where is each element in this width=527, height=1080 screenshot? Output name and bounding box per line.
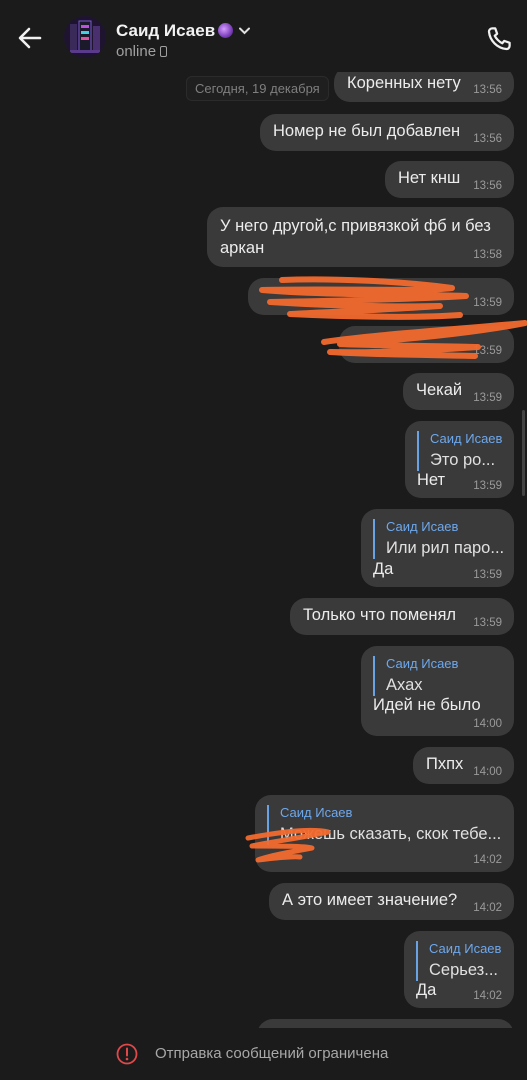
message-time: 14:02 <box>473 902 502 914</box>
message-text: А это имеет значение? <box>282 891 458 909</box>
contact-name-text: Саид Исаев <box>116 21 216 40</box>
message-text: Идей не было <box>373 696 481 714</box>
reply-author: Саид Исаев <box>386 519 459 534</box>
quoted-reply[interactable]: Саид Исаев Серьез... <box>416 941 501 981</box>
message-time: 13:56 <box>473 133 502 145</box>
outgoing-reply-message[interactable]: Саид Исаев Или рил паро... Да 13:59 <box>361 509 514 587</box>
outgoing-reply-message[interactable]: Саид Исаев Это ро... Нет 13:59 <box>405 421 514 498</box>
outgoing-message[interactable]: Только что поменял 13:59 <box>290 598 514 635</box>
arrow-left-icon <box>18 27 42 49</box>
outgoing-message[interactable]: У него другой,с привязкой фб и без аркан… <box>207 207 514 267</box>
scrollbar-thumb[interactable] <box>522 410 525 496</box>
reply-author: Саид Исаев <box>430 431 503 446</box>
reply-text: Серьез... <box>429 961 498 979</box>
presence-text: online <box>116 43 157 60</box>
quoted-reply[interactable]: Саид Исаев Ахах <box>373 656 458 696</box>
message-text: Коренных нету <box>347 74 461 92</box>
message-text: У него другой,с привязкой фб и без <box>220 217 491 235</box>
message-text: Нет кнш <box>398 169 461 187</box>
avatar-image-icon <box>64 16 106 58</box>
mobile-device-icon <box>160 46 168 57</box>
chat-screen: Саид Исаев online Сегодня, 19 декабря Ко… <box>0 0 527 1080</box>
message-time: 13:58 <box>473 249 502 261</box>
message-time: 13:56 <box>473 180 502 192</box>
call-button[interactable] <box>484 24 514 54</box>
avatar[interactable] <box>64 16 106 58</box>
outgoing-message-redacted[interactable]: 13:59 <box>339 326 514 363</box>
message-text: Нет <box>417 471 446 489</box>
outgoing-reply-message[interactable]: Саид Исаев Серьез... Да 14:02 <box>404 931 514 1008</box>
message-time: 14:02 <box>473 990 502 1002</box>
reply-author: Саид Исаев <box>429 941 502 956</box>
message-text: Только что поменял <box>303 606 457 624</box>
message-time: 14:02 <box>473 854 502 866</box>
message-text: Номер не был добавлен <box>273 122 461 140</box>
reply-author: Саид Исаев <box>386 656 459 671</box>
quoted-reply[interactable]: Саид Исаев Это ро... <box>417 431 502 471</box>
message-time: 13:59 <box>473 480 502 492</box>
quoted-reply[interactable]: Саид Исаев Можешь сказать, скок тебе... <box>267 805 501 845</box>
reply-author: Саид Исаев <box>280 805 353 820</box>
message-text-line-2: аркан <box>220 239 265 257</box>
message-time: 14:00 <box>473 766 502 778</box>
outgoing-message[interactable]: Номер не был добавлен 13:56 <box>260 114 514 151</box>
reply-text: Это ро... <box>430 451 496 469</box>
message-time: 13:59 <box>473 297 502 309</box>
message-text: Чекай <box>416 381 463 399</box>
restricted-message-text: Отправка сообщений ограничена <box>155 1045 389 1062</box>
outgoing-message[interactable]: Пхпх 14:00 <box>413 747 514 784</box>
message-time: 13:59 <box>473 392 502 404</box>
reply-text: Можешь сказать, скок тебе... <box>280 825 502 843</box>
outgoing-reply-message[interactable]: Саид Исаев Ахах Идей не было 14:00 <box>361 646 514 736</box>
message-time: 13:59 <box>473 569 502 581</box>
outgoing-message[interactable]: Чекай 13:59 <box>403 373 514 410</box>
chevron-down-icon[interactable] <box>239 20 251 40</box>
message-text: Да <box>416 981 437 999</box>
message-text: Да <box>373 560 394 578</box>
input-restricted-bar: Отправка сообщений ограничена <box>0 1028 527 1080</box>
reply-text: Ахах <box>386 676 423 694</box>
crystal-ball-emoji-icon <box>218 23 234 38</box>
message-time: 13:59 <box>473 345 502 357</box>
warning-circle-icon <box>116 1043 138 1065</box>
presence-status: online <box>116 43 168 60</box>
contact-name[interactable]: Саид Исаев <box>116 20 251 41</box>
message-time: 14:00 <box>473 718 502 730</box>
outgoing-message[interactable]: А это имеет значение? 14:02 <box>269 883 514 920</box>
back-button[interactable] <box>14 22 46 54</box>
message-time: 13:59 <box>473 617 502 629</box>
quoted-reply[interactable]: Саид Исаев Или рил паро... <box>373 519 504 559</box>
outgoing-message-redacted[interactable]: 13:59 <box>248 278 514 315</box>
message-text: Пхпх <box>426 755 464 773</box>
reply-text: Или рил паро... <box>386 539 505 557</box>
phone-icon <box>487 27 511 51</box>
chat-header: Саид Исаев online <box>0 0 527 72</box>
date-separator: Сегодня, 19 декабря <box>186 76 329 101</box>
outgoing-message[interactable]: Нет кнш 13:56 <box>385 161 514 198</box>
message-time: 13:56 <box>473 84 502 96</box>
outgoing-reply-message[interactable]: Саид Исаев Можешь сказать, скок тебе... … <box>255 795 514 872</box>
